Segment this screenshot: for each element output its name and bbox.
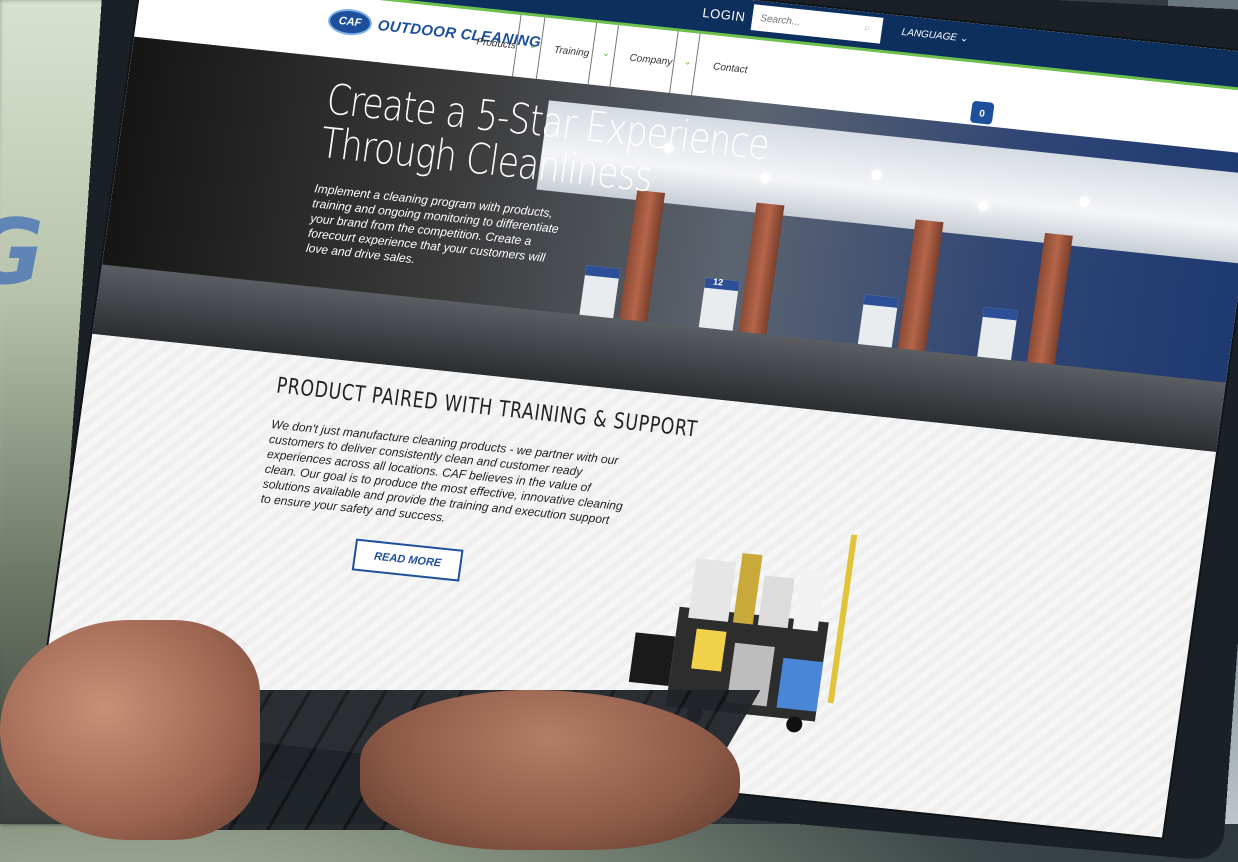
login-link[interactable]: LOGIN [702, 5, 747, 24]
read-more-button[interactable]: READ MORE [351, 538, 464, 582]
canopy-light [870, 169, 883, 181]
chevron-down-icon[interactable]: ⌄ [683, 56, 693, 68]
pump-number: 12 [712, 276, 724, 288]
language-dropdown[interactable]: LANGUAGE ⌄ [901, 27, 969, 45]
caf-logo-badge: CAF [326, 6, 374, 38]
chevron-down-icon[interactable]: ⌄ [528, 40, 538, 52]
nav-item-company[interactable]: Company [629, 53, 673, 68]
cart-icon[interactable]: 0 [969, 100, 995, 125]
nav-item-training[interactable]: Training [553, 45, 590, 60]
chevron-down-icon[interactable]: ⌄ [601, 48, 611, 60]
left-hand [0, 620, 260, 840]
canopy-light [1079, 196, 1091, 208]
canopy-light [977, 200, 989, 212]
background-logo-fragment: G [0, 200, 44, 305]
section-body: We don't just manufacture cleaning produ… [259, 417, 624, 527]
search-icon[interactable]: ⌕ [863, 22, 874, 35]
nav-item-contact[interactable]: Contact [712, 61, 748, 76]
hero-subtitle: Implement a cleaning program with produc… [305, 181, 560, 267]
cart-count: 0 [978, 108, 986, 120]
nav-divider [609, 25, 620, 87]
nav-divider [690, 33, 701, 96]
